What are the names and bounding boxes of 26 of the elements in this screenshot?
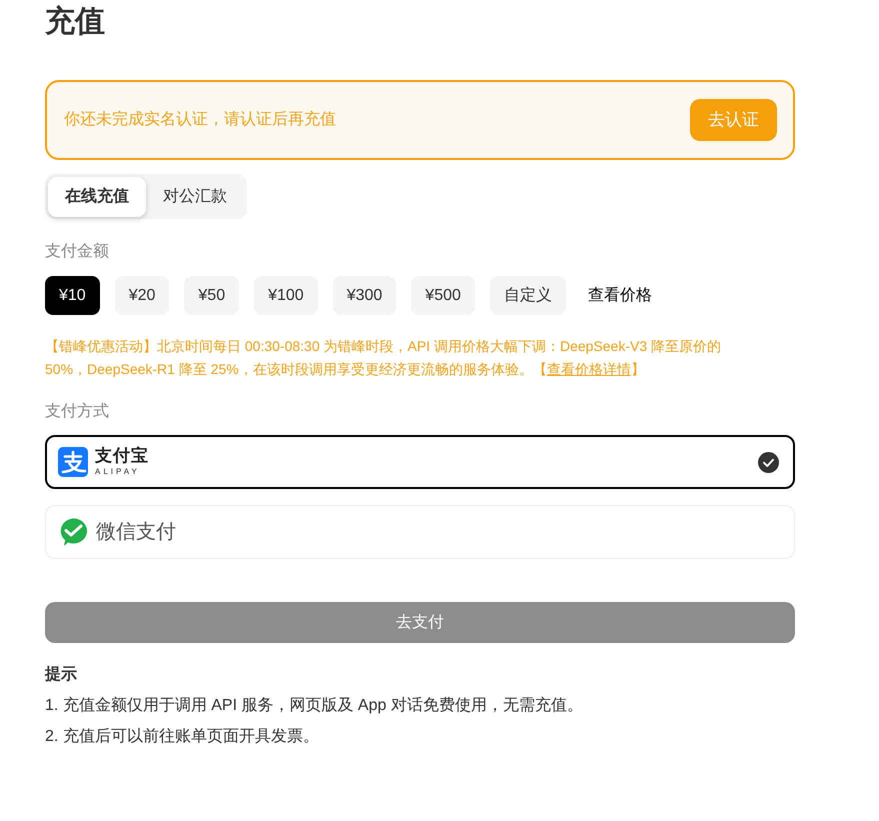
- tips-title: 提示: [45, 664, 77, 685]
- amount-option[interactable]: ¥500: [411, 276, 475, 315]
- brand-subtitle: ALIPAY: [95, 467, 141, 477]
- payment-option[interactable]: 微信支付: [45, 505, 795, 559]
- amount-option[interactable]: ¥100: [254, 276, 318, 315]
- tip-text: 2. 充值后可以前往账单页面开具发票。: [45, 726, 319, 747]
- logo-icon: [58, 447, 88, 477]
- alert-message: 你还未完成实名认证，请认证后再充值: [64, 110, 336, 130]
- tab[interactable]: 对公汇款: [146, 176, 244, 216]
- check-icon: [758, 452, 779, 472]
- amount-option[interactable]: ¥50: [184, 276, 240, 315]
- tab[interactable]: 在线充值: [48, 176, 146, 216]
- view-prices-link[interactable]: 查看价格: [580, 276, 659, 315]
- amount-option[interactable]: ¥20: [114, 276, 170, 315]
- section-label: 支付方式: [45, 402, 109, 422]
- amount-option[interactable]: ¥300: [332, 276, 396, 315]
- payment-name: 微信支付: [96, 520, 176, 545]
- section-label: 支付金额: [45, 242, 109, 262]
- page-title: 充值: [45, 4, 105, 40]
- chat-bubble-icon: [58, 517, 88, 547]
- tip-text: 1. 充值金额仅用于调用 API 服务，网页版及 App 对话免费使用，无需充值。: [45, 696, 583, 716]
- promotion-text: 【错峰优惠活动】北京时间每日 00:30-08:30 为错峰时段，API 调用价格大幅下调：DeepSeek-V3 降至原价的 50%，DeepSeek-R1 降至 25%，在该时段调用享受更经济更流畅的服务体验。【查看价格详情】: [45, 337, 722, 379]
- amount-option[interactable]: 自定义: [490, 276, 566, 315]
- amount-option[interactable]: ¥10: [45, 276, 100, 315]
- payment-option[interactable]: 支付宝 ALIPAY: [45, 435, 795, 489]
- brand-name: 支付宝: [95, 447, 149, 465]
